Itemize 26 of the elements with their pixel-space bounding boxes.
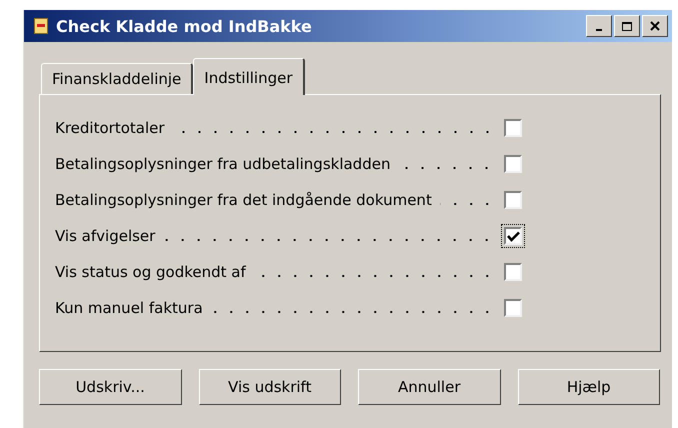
checkbox[interactable] <box>501 224 525 248</box>
checkmark-icon <box>506 230 520 242</box>
checkbox[interactable] <box>501 188 525 212</box>
dialog-button[interactable]: Hjælp <box>518 369 660 405</box>
dialog-button[interactable]: Vis udskrift <box>198 369 341 405</box>
option-label: Kreditortotaler <box>55 119 165 137</box>
window-title: Check Kladde mod IndBakke <box>56 16 313 36</box>
tab[interactable]: Indstillinger <box>193 58 305 95</box>
option-label: Vis status og godkendt af <box>55 263 246 281</box>
checkbox[interactable] <box>501 296 525 320</box>
dialog-button[interactable]: Udskriv... <box>39 369 182 405</box>
checkbox[interactable] <box>501 116 525 140</box>
option-label: Betalingsoplysninger fra det indgående dokument <box>55 191 432 209</box>
app-icon <box>34 18 48 34</box>
maximize-icon <box>622 22 632 30</box>
option-label: Vis afvigelser <box>55 227 156 245</box>
checkbox[interactable] <box>501 152 525 176</box>
close-button[interactable] <box>642 15 668 37</box>
option-label: Betalingsoplysninger fra udbetalingskladden <box>55 155 390 173</box>
maximize-button[interactable] <box>614 15 640 37</box>
minimize-button[interactable] <box>586 15 612 37</box>
option-label: Kun manuel faktura <box>55 299 203 317</box>
dialog-button[interactable]: Annuller <box>358 369 500 405</box>
close-icon <box>650 21 660 31</box>
checkbox[interactable] <box>501 260 525 284</box>
minimize-icon <box>596 28 602 30</box>
